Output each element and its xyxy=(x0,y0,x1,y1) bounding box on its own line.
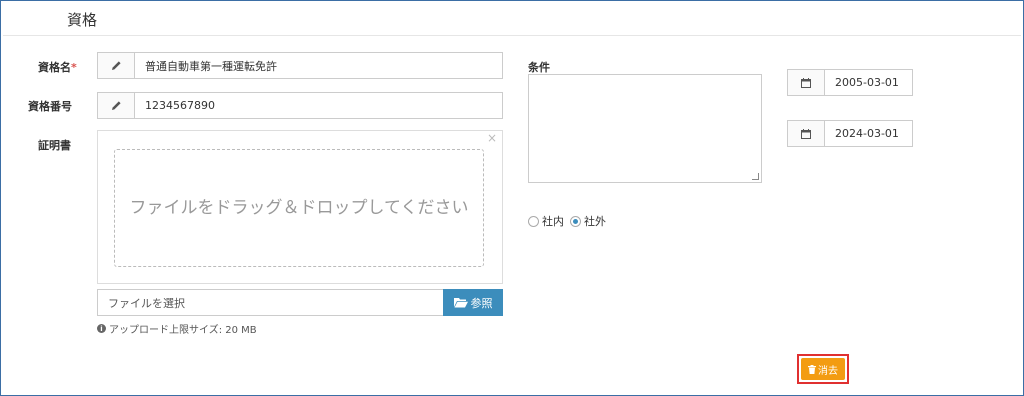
upload-limit: i アップロード上限サイズ: 20 MB xyxy=(97,321,257,336)
title-divider xyxy=(3,35,1021,36)
start-date-field[interactable]: 2005-03-01 xyxy=(825,70,912,95)
start-date-group[interactable]: 2005-03-01 xyxy=(787,69,913,96)
dropzone-area[interactable]: ファイルをドラッグ＆ドロップしてください xyxy=(114,149,484,267)
name-input-group[interactable]: 普通自動車第一種運転免許 xyxy=(97,52,503,79)
qualification-panel: 資格 資格名* 普通自動車第一種運転免許 資格番号 1234567890 証明書… xyxy=(0,0,1024,396)
folder-open-icon xyxy=(453,298,468,308)
number-input-group[interactable]: 1234567890 xyxy=(97,92,503,119)
trash-icon xyxy=(808,364,816,374)
name-label-text: 資格名 xyxy=(38,61,71,74)
radio-internal[interactable]: 社内 xyxy=(528,213,564,229)
conditions-textarea[interactable] xyxy=(528,74,762,183)
file-select-row: ファイルを選択 参照 xyxy=(97,289,503,316)
dropzone-text: ファイルをドラッグ＆ドロップしてください xyxy=(129,198,469,218)
name-label: 資格名* xyxy=(38,59,77,75)
upload-limit-text: アップロード上限サイズ: 20 MB xyxy=(109,325,257,336)
file-input[interactable]: ファイルを選択 xyxy=(97,289,443,316)
number-label: 資格番号 xyxy=(28,100,72,113)
radio-internal-circle[interactable] xyxy=(528,215,539,227)
end-date-group[interactable]: 2024-03-01 xyxy=(787,120,913,147)
info-icon: i xyxy=(97,324,106,333)
certificate-label: 証明書 xyxy=(38,139,71,152)
radio-external[interactable]: 社外 xyxy=(570,213,606,229)
delete-label: 消去 xyxy=(818,365,838,377)
pencil-icon xyxy=(98,53,135,78)
end-date-field[interactable]: 2024-03-01 xyxy=(825,121,912,146)
close-icon[interactable]: × xyxy=(487,131,497,145)
pencil-icon xyxy=(98,93,135,118)
delete-button[interactable]: 消去 xyxy=(801,358,845,380)
radio-external-label: 社外 xyxy=(584,215,606,228)
calendar-icon[interactable] xyxy=(788,70,825,95)
required-mark: * xyxy=(71,61,77,74)
resize-grip[interactable] xyxy=(752,173,759,180)
delete-button-highlight: 消去 xyxy=(797,354,849,384)
radio-external-circle[interactable] xyxy=(570,215,581,227)
browse-button[interactable]: 参照 xyxy=(443,289,503,316)
scope-radio-group: 社内 社外 xyxy=(528,213,606,229)
calendar-icon[interactable] xyxy=(788,121,825,146)
browse-label: 参照 xyxy=(470,296,493,310)
name-field[interactable]: 普通自動車第一種運転免許 xyxy=(135,53,502,78)
radio-internal-label: 社内 xyxy=(542,215,564,228)
panel-title: 資格 xyxy=(67,11,98,29)
number-field[interactable]: 1234567890 xyxy=(135,93,502,118)
conditions-label: 条件 xyxy=(528,61,550,74)
dropzone[interactable]: × ファイルをドラッグ＆ドロップしてください xyxy=(97,130,503,284)
